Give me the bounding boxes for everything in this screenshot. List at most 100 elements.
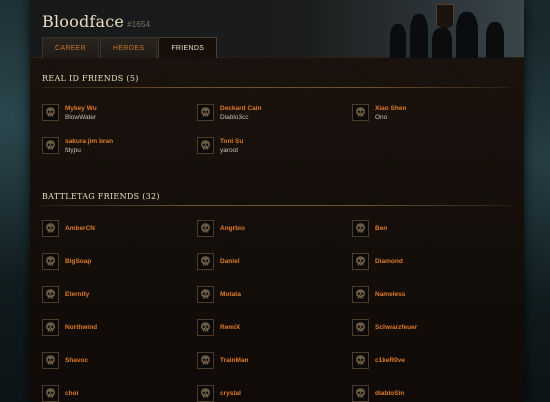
friend-info: Motata <box>220 290 241 299</box>
friend-battletag: BlowWater <box>65 113 97 121</box>
friend-item[interactable]: Daniel <box>197 245 352 278</box>
skull-icon[interactable] <box>352 385 369 402</box>
skull-icon[interactable] <box>42 220 59 237</box>
skull-icon[interactable] <box>197 286 214 303</box>
friend-item[interactable]: Ben <box>352 212 507 245</box>
friend-battletag: Ono <box>375 113 388 121</box>
skull-icon[interactable] <box>197 385 214 402</box>
friend-name-link[interactable]: Northwind <box>65 323 97 332</box>
friend-battletag: yaroot <box>220 146 239 154</box>
friend-name-link[interactable]: Mykey Wu <box>65 104 97 113</box>
friend-item[interactable]: Toni Su yaroot <box>197 129 352 162</box>
skull-icon[interactable] <box>42 385 59 402</box>
friend-info: Northwind <box>65 323 97 332</box>
friend-item[interactable]: Motata <box>197 278 352 311</box>
skull-icon[interactable] <box>352 104 369 121</box>
skull-icon[interactable] <box>352 319 369 336</box>
friend-name-link[interactable]: BigSoap <box>65 257 91 266</box>
skull-icon[interactable] <box>352 253 369 270</box>
profile-name: Bloodface <box>42 12 125 31</box>
friend-info: BigSoap <box>65 257 91 266</box>
friend-item[interactable]: Diamond <box>352 245 507 278</box>
friend-item[interactable]: Nameless <box>352 278 507 311</box>
friend-info: Nameless <box>375 290 405 299</box>
friend-name-link[interactable]: Motata <box>220 290 241 299</box>
friend-item[interactable]: Mykey Wu BlowWater <box>42 96 197 129</box>
friend-battletag: fdypu <box>65 146 81 154</box>
friend-name-link[interactable]: Nameless <box>375 290 405 299</box>
friend-name-link[interactable]: crystal <box>220 389 241 398</box>
friend-info: c1keR0ve <box>375 356 405 365</box>
tab-career[interactable]: CAREER <box>42 37 99 58</box>
battletag-code: #1654 <box>127 20 151 29</box>
friend-name-link[interactable]: TrainMan <box>220 356 249 365</box>
skull-icon[interactable] <box>352 352 369 369</box>
friend-name-link[interactable]: Diamond <box>375 257 403 266</box>
friend-item[interactable]: diabloSin <box>352 377 507 402</box>
friend-name-link[interactable]: Toni Su <box>220 137 243 146</box>
friend-info: choi <box>65 389 78 398</box>
friend-item[interactable]: RemiX <box>197 311 352 344</box>
friend-item[interactable]: BigSoap <box>42 245 197 278</box>
battletag-friends-list: AmberCN Angrbio Ben BigSoap Daniel Diamond Ete… <box>42 212 512 402</box>
friend-name-link[interactable]: Schwarzfeuer <box>375 323 417 332</box>
friend-info: RemiX <box>220 323 240 332</box>
friend-item[interactable]: AmberCN <box>42 212 197 245</box>
friend-info: crystal <box>220 389 241 398</box>
friend-item[interactable]: Eternity <box>42 278 197 311</box>
friend-name-link[interactable]: Daniel <box>220 257 240 266</box>
battletag-title: Bloodface #1654 <box>42 12 150 31</box>
friend-item[interactable]: TrainMan <box>197 344 352 377</box>
skull-icon[interactable] <box>197 220 214 237</box>
friend-name-link[interactable]: Shavoc <box>65 356 88 365</box>
friend-item[interactable]: sakura jim bran fdypu <box>42 129 197 162</box>
friend-name-link[interactable]: Eternity <box>65 290 89 299</box>
skull-icon[interactable] <box>197 319 214 336</box>
real-id-section-title: REAL ID FRIENDS (5) <box>42 74 139 83</box>
tab-friends[interactable]: FRIENDS <box>158 37 218 58</box>
skull-icon[interactable] <box>42 253 59 270</box>
friend-item[interactable]: Deckard Cain Diablo3cc <box>197 96 352 129</box>
friend-item[interactable]: Angrbio <box>197 212 352 245</box>
friend-item[interactable]: crystal <box>197 377 352 402</box>
skull-icon[interactable] <box>42 137 59 154</box>
friend-item[interactable]: choi <box>42 377 197 402</box>
friend-name-link[interactable]: Xiao Shen <box>375 104 406 113</box>
friend-item[interactable]: Xiao Shen Ono <box>352 96 507 129</box>
friend-name-link[interactable]: sakura jim bran <box>65 137 113 146</box>
friend-name-link[interactable]: Ben <box>375 224 387 233</box>
friend-item[interactable]: Schwarzfeuer <box>352 311 507 344</box>
skull-icon[interactable] <box>42 319 59 336</box>
skull-icon[interactable] <box>42 352 59 369</box>
skull-icon[interactable] <box>352 286 369 303</box>
friend-name-link[interactable]: AmberCN <box>65 224 95 233</box>
friend-info: Diamond <box>375 257 403 266</box>
real-id-friends-list: Mykey Wu BlowWater Deckard Cain Diablo3cc Xi… <box>42 96 512 162</box>
tab-heroes[interactable]: HEROES <box>99 37 158 58</box>
friend-item[interactable]: Northwind <box>42 311 197 344</box>
skull-icon[interactable] <box>197 104 214 121</box>
friend-info: AmberCN <box>65 224 95 233</box>
friend-item[interactable]: c1keR0ve <box>352 344 507 377</box>
friend-info: Eternity <box>65 290 89 299</box>
skull-icon[interactable] <box>42 104 59 121</box>
friend-name-link[interactable]: diabloSin <box>375 389 404 398</box>
skull-icon[interactable] <box>197 137 214 154</box>
friend-info: Ben <box>375 224 387 233</box>
friend-name-link[interactable]: RemiX <box>220 323 240 332</box>
skull-icon[interactable] <box>352 220 369 237</box>
skull-icon[interactable] <box>197 352 214 369</box>
friend-name-link[interactable]: choi <box>65 389 78 398</box>
friend-info: Xiao Shen Ono <box>375 104 406 122</box>
skull-icon[interactable] <box>197 253 214 270</box>
friend-info: Deckard Cain Diablo3cc <box>220 104 262 122</box>
friend-name-link[interactable]: c1keR0ve <box>375 356 405 365</box>
friend-item[interactable]: Shavoc <box>42 344 197 377</box>
friend-info: Schwarzfeuer <box>375 323 417 332</box>
skull-icon[interactable] <box>42 286 59 303</box>
friend-info: Mykey Wu BlowWater <box>65 104 97 122</box>
friend-name-link[interactable]: Deckard Cain <box>220 104 262 113</box>
friend-info: Shavoc <box>65 356 88 365</box>
friend-info: Toni Su yaroot <box>220 137 243 155</box>
friend-name-link[interactable]: Angrbio <box>220 224 245 233</box>
